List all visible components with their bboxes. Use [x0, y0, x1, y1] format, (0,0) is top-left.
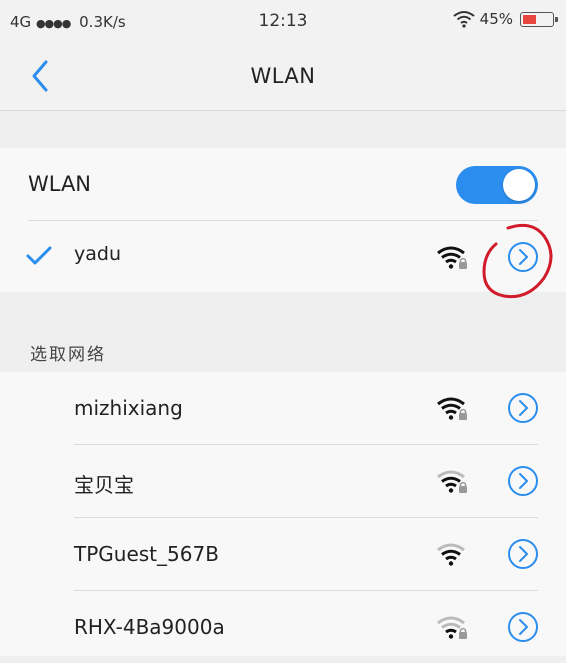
battery-percent: 45% — [479, 10, 513, 28]
network-name: TPGuest_567B — [74, 542, 219, 566]
battery-fill — [523, 14, 536, 24]
battery-icon — [520, 11, 558, 27]
wlan-toggle[interactable] — [456, 166, 538, 204]
toggle-knob — [503, 169, 535, 201]
wlan-label: WLAN — [28, 172, 92, 196]
wifi-lock-icon — [437, 246, 467, 269]
network-name: mizhixiang — [74, 396, 183, 420]
section-header: 选取网络 — [30, 345, 106, 365]
network-details-button[interactable] — [507, 611, 539, 643]
wifi-lock-icon — [437, 397, 467, 420]
network-name: RHX-4Ba9000a — [74, 615, 225, 639]
status-bar: 4G ●●●● 0.3K/s 12:13 45% — [0, 0, 566, 44]
network-row[interactable]: TPGuest_567B — [0, 518, 566, 590]
network-row[interactable]: mizhixiang — [0, 372, 566, 444]
network-details-button[interactable] — [507, 538, 539, 570]
wlan-section: WLAN yadu — [0, 148, 566, 292]
wifi-status-icon — [453, 11, 475, 28]
wlan-toggle-row: WLAN — [0, 148, 566, 220]
connected-network-name: yadu — [74, 243, 121, 265]
nav-bar: WLAN — [0, 44, 566, 111]
network-details-button[interactable] — [507, 392, 539, 424]
wifi-lock-icon — [437, 470, 467, 493]
network-details-button[interactable] — [507, 465, 539, 497]
network-row[interactable]: 宝贝宝 — [0, 445, 566, 517]
connected-network-row[interactable]: yadu — [0, 221, 566, 293]
status-right: 45% — [453, 10, 558, 28]
network-list: mizhixiang 宝贝宝 TPGuest_567B RHX-4Ba9000a — [0, 372, 566, 656]
network-row[interactable]: RHX-4Ba9000a — [0, 591, 566, 663]
page-title: WLAN — [250, 64, 316, 88]
battery-tip — [555, 16, 558, 22]
wifi-lock-icon — [437, 616, 467, 639]
network-details-button[interactable] — [507, 241, 539, 273]
wifi-icon — [437, 543, 465, 566]
checkmark-icon — [26, 246, 52, 265]
network-name: 宝贝宝 — [74, 473, 134, 497]
